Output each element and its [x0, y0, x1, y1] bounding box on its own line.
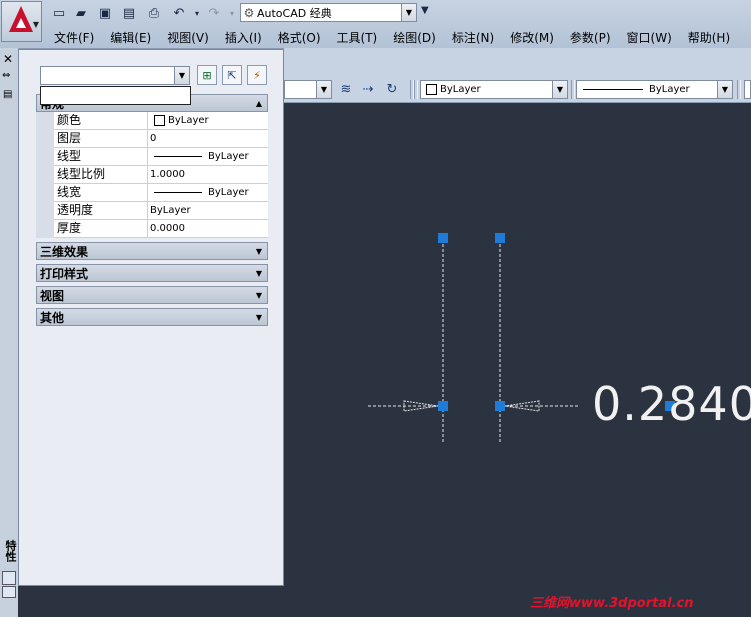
- dimension-text[interactable]: 0.2840: [592, 377, 751, 431]
- property-value[interactable]: ByLayer: [148, 202, 268, 220]
- section-misc[interactable]: 其他 ▼: [36, 308, 268, 326]
- property-name: 线型比例: [54, 166, 148, 184]
- property-name: 线型: [54, 148, 148, 166]
- linetype-sample: [154, 156, 202, 157]
- grip-top-right[interactable]: [495, 233, 505, 243]
- property-value[interactable]: 0.0000: [148, 220, 268, 238]
- chevron-up-icon: ▲: [255, 98, 262, 108]
- property-row-linetype-scale[interactable]: 线型比例 1.0000: [36, 166, 268, 184]
- grip-top-left[interactable]: [438, 233, 448, 243]
- property-name: 颜色: [54, 112, 148, 130]
- property-value[interactable]: ByLayer: [148, 184, 268, 202]
- property-value[interactable]: ByLayer: [148, 112, 268, 130]
- grip-arrow-left[interactable]: [438, 401, 448, 411]
- chevron-down-icon: ▼: [255, 312, 262, 322]
- chevron-down-icon: ▼: [255, 246, 262, 256]
- chevron-down-icon: ▼: [174, 67, 189, 84]
- property-name: 厚度: [54, 220, 148, 238]
- section-view[interactable]: 视图 ▼: [36, 286, 268, 304]
- property-value[interactable]: 1.0000: [148, 166, 268, 184]
- section-label: 视图: [40, 288, 65, 303]
- section-3d-effects[interactable]: 三维效果 ▼: [36, 242, 268, 260]
- select-objects-icon[interactable]: ⇱: [222, 65, 242, 85]
- section-label: 其他: [40, 310, 65, 325]
- property-name: 线宽: [54, 184, 148, 202]
- site-watermark: 三维网www.3dportal.cn: [530, 596, 694, 611]
- property-value[interactable]: 0: [148, 130, 268, 148]
- property-row-transparency[interactable]: 透明度 ByLayer: [36, 202, 268, 220]
- section-plot-style[interactable]: 打印样式 ▼: [36, 264, 268, 282]
- object-selection-popup[interactable]: [40, 86, 191, 105]
- property-name: 透明度: [54, 202, 148, 220]
- property-row-linetype[interactable]: 线型 ByLayer: [36, 148, 268, 166]
- color-swatch: [154, 115, 165, 126]
- lineweight-sample: [154, 192, 202, 193]
- grip-arrow-right[interactable]: [495, 401, 505, 411]
- property-row-layer[interactable]: 图层 0: [36, 130, 268, 148]
- section-label: 三维效果: [40, 244, 89, 259]
- property-value[interactable]: ByLayer: [148, 148, 268, 166]
- property-row-color[interactable]: 颜色 ByLayer: [36, 112, 268, 130]
- property-name: 图层: [54, 130, 148, 148]
- section-label: 打印样式: [40, 266, 89, 281]
- chevron-down-icon: ▼: [255, 268, 262, 278]
- property-row-lineweight[interactable]: 线宽 ByLayer: [36, 184, 268, 202]
- quick-select-icon[interactable]: ⚡: [247, 65, 267, 85]
- palette-bottom-gap: [18, 586, 284, 617]
- toggle-pickadd-icon[interactable]: ⊞: [197, 65, 217, 85]
- chevron-down-icon: ▼: [255, 290, 262, 300]
- object-selection-dropdown[interactable]: ▼: [40, 66, 190, 85]
- property-row-thickness[interactable]: 厚度 0.0000: [36, 220, 268, 238]
